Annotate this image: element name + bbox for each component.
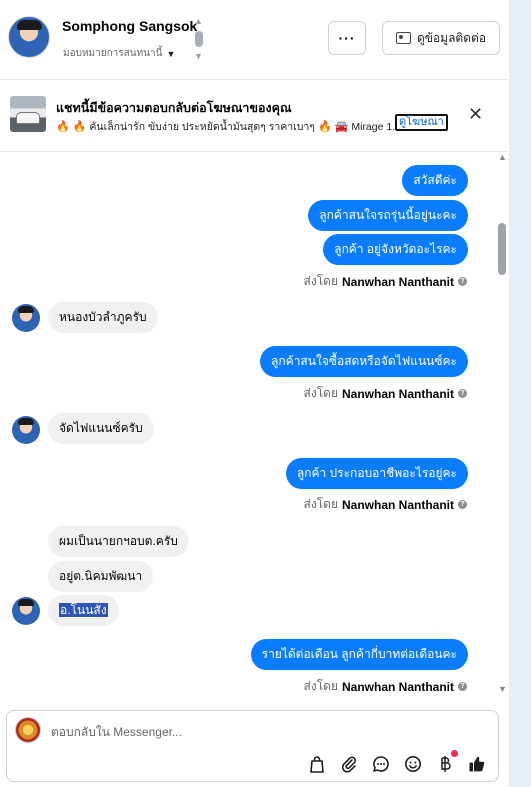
contact-name[interactable]: Somphong Sangsok — [62, 18, 197, 34]
message-composer — [6, 710, 499, 782]
sender-name: Nanwhan Nanthanit — [341, 386, 454, 401]
sent-by-prefix: ส่งโดย — [303, 679, 338, 693]
car-emoji-icon: 🚘 — [334, 121, 349, 133]
sent-by-label: ส่งโดย Nanwhan Nanthanit ? — [304, 495, 467, 514]
contact-avatar-small[interactable] — [12, 304, 40, 332]
scroll-up-arrow-icon[interactable]: ▲ — [194, 16, 203, 26]
fire-emoji-icon: 🔥 — [317, 121, 332, 133]
scroll-thumb[interactable] — [498, 223, 506, 275]
outgoing-message[interactable]: รายได้ต่อเดือน ลูกค้ากี่บาทต่อเดือนคะ — [250, 639, 468, 670]
scroll-thumb[interactable] — [195, 31, 203, 47]
caret-down-icon: ▼ — [166, 48, 176, 59]
contact-avatar-small[interactable] — [12, 416, 40, 444]
sent-by-label: ส่งโดย Nanwhan Nanthanit ? — [304, 272, 467, 291]
assign-conversation-dropdown[interactable]: มอบหมายการสนทนานี้ ▼ — [63, 46, 175, 61]
notification-dot — [451, 750, 458, 757]
contact-avatar-small[interactable] — [12, 597, 40, 625]
sent-by-label: ส่งโดย Nanwhan Nanthanit ? — [304, 384, 467, 403]
info-icon[interactable]: ? — [458, 277, 467, 286]
right-page-edge — [509, 0, 531, 787]
sender-name: Nanwhan Nanthanit — [341, 274, 454, 289]
shopping-bag-icon[interactable] — [307, 754, 327, 774]
info-icon[interactable]: ? — [458, 389, 467, 398]
sent-by-prefix: ส่งโดย — [303, 386, 338, 400]
outgoing-message[interactable]: ลูกค้าสนใจซื้อสดหรือจัดไฟแนนซ์คะ — [260, 346, 468, 377]
view-contact-label: ดูข้อมูลติดต่อ — [416, 30, 487, 45]
ad-subtitle-text: คันเล็กน่ารัก ขับง่าย ประหยัดน้ำมันสุดๆ … — [89, 121, 315, 133]
contact-avatar[interactable] — [8, 16, 50, 58]
info-icon[interactable]: ? — [458, 682, 467, 691]
scroll-down-arrow-icon[interactable]: ▼ — [498, 684, 507, 694]
sent-by-prefix: ส่งโดย — [303, 497, 338, 511]
thumbs-up-icon[interactable] — [467, 754, 487, 774]
conversation-header: Somphong Sangsok มอบหมายการสนทนานี้ ▼ ▲ … — [0, 0, 509, 80]
fire-emoji-icon: 🔥 — [56, 121, 70, 133]
close-icon[interactable]: ✕ — [468, 104, 483, 125]
selected-text: อ.โนนสัง — [59, 603, 108, 617]
scroll-down-arrow-icon[interactable]: ▼ — [194, 51, 203, 61]
fire-emoji-icon: 🔥 — [72, 121, 87, 133]
assign-label: มอบหมายการสนทนานี้ — [63, 48, 163, 59]
conversation-scrollbar[interactable]: ▲ ▼ — [495, 152, 509, 698]
incoming-message[interactable]: จัดไฟแนนซ์ครับ — [48, 413, 154, 444]
incoming-message[interactable]: อยู่ต.นิคมพัฒนา — [48, 561, 154, 592]
saved-reply-icon[interactable] — [371, 754, 391, 774]
incoming-message[interactable]: ผมเป็นนายกฯอบต.ครับ — [48, 526, 189, 557]
ad-thumbnail[interactable] — [10, 96, 46, 132]
sender-name: Nanwhan Nanthanit — [341, 497, 454, 512]
reply-input[interactable] — [51, 723, 481, 741]
ad-banner-title: แชทนี้มีข้อความตอบกลับต่อโฆษณาของคุณ — [56, 101, 292, 115]
paperclip-icon[interactable] — [339, 754, 359, 774]
incoming-message[interactable]: หนองบัวลำภูครับ — [48, 302, 158, 333]
ad-reply-banner: แชทนี้มีข้อความตอบกลับต่อโฆษณาของคุณ 🔥 🔥… — [0, 80, 509, 152]
page-avatar — [15, 717, 41, 743]
incoming-message[interactable]: อ.โนนสัง — [48, 595, 119, 626]
sent-by-label: ส่งโดย Nanwhan Nanthanit ? — [304, 677, 467, 696]
info-icon[interactable]: ? — [458, 500, 467, 509]
sent-by-prefix: ส่งโดย — [303, 274, 338, 288]
outgoing-message[interactable]: สวัสดีค่ะ — [402, 165, 468, 196]
emoji-icon[interactable] — [403, 754, 423, 774]
scroll-up-arrow-icon[interactable]: ▲ — [498, 152, 507, 162]
view-contact-button[interactable]: ดูข้อมูลติดต่อ — [382, 21, 500, 55]
baht-icon[interactable] — [435, 754, 455, 774]
more-options-button[interactable]: ··· — [328, 21, 366, 55]
outgoing-message[interactable]: ลูกค้าสนใจรถรุ่นนี้อยู่นะคะ — [308, 200, 468, 231]
conversation-panel: Somphong Sangsok มอบหมายการสนทนานี้ ▼ ▲ … — [0, 0, 509, 787]
outgoing-message[interactable]: ลูกค้า อยู่จังหวัดอะไรคะ — [323, 234, 468, 265]
contact-card-icon — [395, 32, 411, 44]
view-ad-link[interactable]: ดูโฆษณา — [395, 114, 448, 131]
header-scrollbar[interactable]: ▲ ▼ — [193, 16, 205, 62]
outgoing-message[interactable]: ลูกค้า ประกอบอาชีพอะไรอยู่คะ — [285, 458, 468, 489]
sender-name: Nanwhan Nanthanit — [341, 679, 454, 694]
message-list[interactable]: สวัสดีค่ะ ลูกค้าสนใจรถรุ่นนี้อยู่นะคะ ลู… — [0, 152, 509, 707]
ad-banner-subtitle: 🔥 🔥 คันเล็กน่ารัก ขับง่าย ประหยัดน้ำมันส… — [56, 118, 404, 135]
